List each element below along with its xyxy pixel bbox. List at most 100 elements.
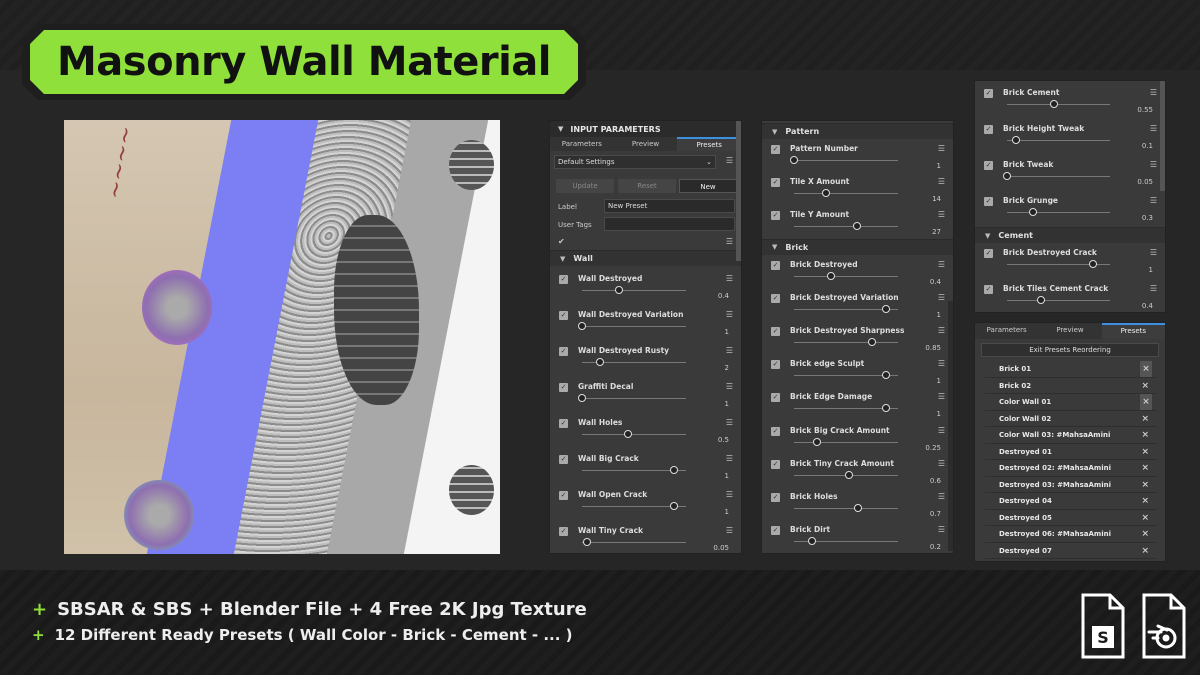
enable-checkbox[interactable]: ✓	[771, 459, 780, 469]
enable-checkbox[interactable]: ✓	[771, 145, 780, 154]
scrollbar[interactable]	[948, 301, 953, 551]
parameter-menu-icon[interactable]: ☰	[726, 310, 733, 319]
enable-checkbox[interactable]: ✓	[771, 526, 780, 536]
parameter-menu-icon[interactable]: ☰	[726, 274, 733, 283]
enable-checkbox[interactable]: ✓	[984, 161, 993, 170]
slider-handle[interactable]	[578, 394, 586, 402]
preset-item[interactable]: Color Wall 03: #MahsaAmini ×	[985, 427, 1157, 444]
enable-checkbox[interactable]: ✓	[771, 211, 780, 221]
enable-checkbox[interactable]: ✓	[559, 311, 568, 320]
slider-track[interactable]	[582, 398, 686, 399]
slider-track[interactable]	[1007, 212, 1110, 213]
parameter-menu-icon[interactable]: ☰	[938, 525, 945, 534]
tab-preview[interactable]: Preview	[1038, 323, 1101, 339]
tab-parameters[interactable]: Parameters	[975, 323, 1038, 339]
parameter-menu-icon[interactable]: ☰	[1150, 160, 1157, 169]
section-cement[interactable]: ▼ Cement	[975, 227, 1165, 243]
enable-checkbox[interactable]: ✓	[559, 455, 568, 464]
menu-icon[interactable]: ☰	[726, 237, 733, 246]
slider-handle[interactable]	[854, 503, 863, 512]
slider-track[interactable]	[794, 341, 898, 343]
parameter-menu-icon[interactable]: ☰	[1150, 88, 1157, 97]
settings-select[interactable]: Default Settings ⌄	[554, 155, 716, 169]
slider-handle[interactable]	[868, 337, 877, 346]
parameter-menu-icon[interactable]: ☰	[938, 392, 945, 401]
slider-handle[interactable]	[826, 271, 835, 280]
parameter-menu-icon[interactable]: ☰	[1150, 196, 1157, 205]
slider-track[interactable]	[582, 542, 686, 543]
preset-item[interactable]: Color Wall 01 ×	[985, 394, 1157, 411]
parameter-menu-icon[interactable]: ☰	[938, 210, 945, 219]
remove-preset-icon[interactable]: ×	[1141, 411, 1149, 427]
slider-handle[interactable]	[1003, 172, 1011, 180]
exit-presets-reordering-button[interactable]: Exit Presets Reordering	[981, 343, 1159, 357]
slider-track[interactable]	[582, 326, 686, 327]
slider-handle[interactable]	[813, 437, 821, 446]
new-button[interactable]: New	[679, 179, 737, 193]
input-parameters-header[interactable]: ▼ INPUT PARAMETERS	[550, 121, 741, 137]
slider-handle[interactable]	[790, 156, 798, 164]
remove-preset-icon[interactable]: ×	[1141, 477, 1149, 493]
preset-item[interactable]: Destroyed 07 ×	[985, 542, 1157, 559]
tab-preview[interactable]: Preview	[614, 137, 678, 151]
tab-presets[interactable]: Presets	[677, 137, 742, 151]
parameter-menu-icon[interactable]: ☰	[726, 526, 733, 535]
reset-button[interactable]: Reset	[618, 179, 676, 193]
enable-checkbox[interactable]: ✓	[559, 347, 568, 356]
parameter-menu-icon[interactable]: ☰	[938, 177, 945, 186]
slider-track[interactable]	[794, 441, 898, 443]
slider-track[interactable]	[794, 507, 898, 509]
preset-item[interactable]: Brick 01 ×	[985, 361, 1157, 378]
enable-checkbox[interactable]: ✓	[559, 419, 568, 428]
slider-track[interactable]	[794, 226, 898, 228]
enable-checkbox[interactable]: ✓	[559, 275, 568, 284]
slider-handle[interactable]	[670, 466, 678, 474]
enable-checkbox[interactable]: ✓	[984, 89, 993, 98]
slider-handle[interactable]	[670, 502, 678, 510]
slider-track[interactable]	[794, 160, 898, 161]
enable-checkbox[interactable]: ✓	[559, 383, 568, 392]
slider-track[interactable]	[794, 275, 898, 277]
enable-checkbox[interactable]: ✓	[771, 260, 780, 270]
remove-preset-icon[interactable]: ×	[1141, 460, 1149, 476]
parameter-menu-icon[interactable]: ☰	[1150, 284, 1157, 293]
remove-preset-icon[interactable]: ×	[1141, 526, 1149, 542]
enable-checkbox[interactable]: ✓	[984, 285, 993, 294]
slider-handle[interactable]	[882, 371, 890, 380]
slider-track[interactable]	[1007, 176, 1110, 177]
enable-checkbox[interactable]: ✓	[771, 393, 780, 403]
parameter-menu-icon[interactable]: ☰	[938, 260, 945, 269]
check-icon[interactable]: ✔	[558, 237, 565, 246]
remove-preset-icon[interactable]: ×	[1141, 543, 1149, 559]
enable-checkbox[interactable]: ✓	[771, 360, 780, 370]
slider-handle[interactable]	[808, 537, 817, 546]
remove-preset-icon[interactable]: ×	[1140, 394, 1152, 410]
slider-track[interactable]	[1007, 300, 1110, 301]
enable-checkbox[interactable]: ✓	[984, 125, 993, 134]
preset-item[interactable]: Destroyed 06: #MahsaAmini ×	[985, 526, 1157, 543]
enable-checkbox[interactable]: ✓	[771, 492, 780, 502]
slider-handle[interactable]	[1050, 100, 1059, 108]
update-button[interactable]: Update	[556, 179, 614, 193]
slider-track[interactable]	[1007, 140, 1110, 141]
enable-checkbox[interactable]: ✓	[771, 178, 780, 188]
slider-handle[interactable]	[852, 222, 861, 231]
slider-handle[interactable]	[882, 404, 890, 413]
section-brick[interactable]: ▼ Brick	[762, 238, 953, 255]
tab-presets[interactable]: Presets	[1101, 323, 1165, 339]
slider-handle[interactable]	[1011, 136, 1020, 144]
slider-handle[interactable]	[1037, 296, 1046, 304]
preset-item[interactable]: Brick 02 ×	[985, 377, 1157, 394]
remove-preset-icon[interactable]: ×	[1141, 444, 1149, 460]
slider-handle[interactable]	[845, 470, 854, 479]
slider-handle[interactable]	[882, 304, 890, 313]
scrollbar[interactable]	[1160, 81, 1165, 191]
enable-checkbox[interactable]: ✓	[559, 491, 568, 500]
section-pattern[interactable]: ▼ Pattern	[762, 123, 953, 139]
enable-checkbox[interactable]: ✓	[771, 293, 780, 303]
slider-handle[interactable]	[596, 358, 605, 366]
preset-item[interactable]: Destroyed 01 ×	[985, 443, 1157, 460]
remove-preset-icon[interactable]: ×	[1141, 378, 1149, 394]
parameter-menu-icon[interactable]: ☰	[726, 418, 733, 427]
preset-item[interactable]: Destroyed 05 ×	[985, 509, 1157, 526]
